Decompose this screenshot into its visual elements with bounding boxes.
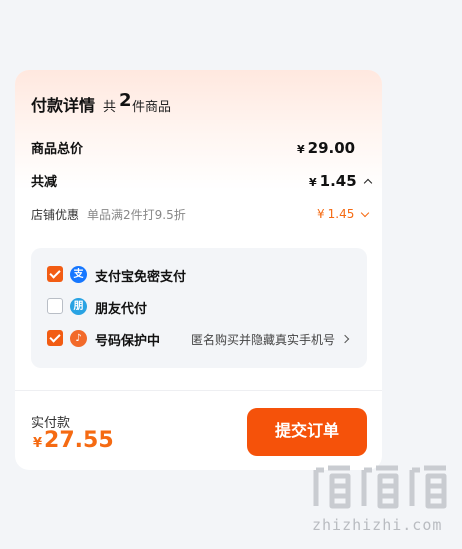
number-protection-label: 号码保护中 [95, 334, 161, 349]
friend-pay-checkbox[interactable] [47, 298, 63, 314]
currency-symbol: ¥ [317, 207, 325, 221]
option-friend-pay-row[interactable]: 朋 朋友代付 [31, 296, 367, 318]
item-count-number: 2 [119, 90, 132, 111]
friend-pay-icon: 朋 [70, 298, 87, 315]
divider [15, 390, 382, 391]
alipay-icon: 支 [70, 266, 87, 283]
discount-total-amount: 1.45 [319, 172, 357, 190]
submit-order-button[interactable]: 提交订单 [247, 408, 367, 456]
store-discount-label: 店铺优惠 [31, 208, 80, 222]
alipay-checkbox[interactable] [47, 266, 63, 282]
store-discount-toggle[interactable]: ¥1.45 [317, 207, 370, 221]
discount-total-toggle[interactable]: ¥1.45 [309, 172, 372, 190]
total-price-amount: 29.00 [307, 139, 356, 157]
watermark-logo-icon [313, 465, 447, 509]
alipay-label: 支付宝免密支付 [95, 270, 187, 285]
store-discount-amount: 1.45 [327, 207, 355, 221]
option-number-protection-row[interactable]: ♪ 号码保护中 匿名购买并隐藏真实手机号 [31, 328, 367, 350]
payment-details-title: 付款详情 [31, 96, 96, 115]
currency-symbol: ¥ [309, 176, 317, 189]
item-count-prefix: 共 [103, 100, 117, 115]
option-alipay-row[interactable]: 支 支付宝免密支付 [31, 264, 367, 286]
currency-symbol: ¥ [297, 143, 305, 156]
payment-options-box: 支 支付宝免密支付 朋 朋友代付 ♪ 号码保护中 匿名购买并隐藏真实手机号 [31, 248, 367, 368]
item-count-suffix: 件商品 [132, 100, 172, 115]
friend-pay-label: 朋友代付 [95, 302, 148, 317]
payment-card: 付款详情 共 2 件商品 商品总价 ¥29.00 共减 ¥1.45 店铺优惠 单… [15, 70, 382, 470]
store-discount-description: 单品满2件打9.5折 [87, 208, 186, 222]
number-protection-checkbox[interactable] [47, 330, 63, 346]
phone-shield-icon: ♪ [70, 330, 87, 347]
number-protection-detail: 匿名购买并隐藏真实手机号 [191, 333, 336, 347]
discount-total-label: 共减 [31, 175, 58, 190]
chevron-down-icon [361, 208, 370, 217]
watermark-text: zhizhizhi.com [312, 516, 443, 534]
store-discount-value: ¥1.45 [317, 207, 354, 221]
total-price-value: ¥29.00 [297, 139, 355, 157]
chevron-up-icon [363, 178, 372, 187]
currency-symbol: ¥ [33, 436, 43, 451]
discount-total-value: ¥1.45 [309, 172, 357, 190]
paid-amount-number: 27.55 [44, 428, 114, 453]
total-price-label: 商品总价 [31, 142, 84, 157]
chevron-right-icon [340, 334, 350, 344]
paid-amount-value: ¥27.55 [33, 428, 114, 453]
